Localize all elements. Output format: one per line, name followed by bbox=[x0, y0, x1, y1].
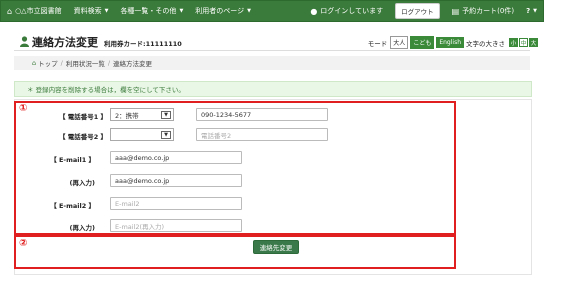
annotation-box-2 bbox=[14, 235, 456, 269]
nav-home-link[interactable]: ⌂ ○△市立図書館 bbox=[1, 1, 68, 21]
annotation-number-2: ② bbox=[19, 238, 28, 249]
user-icon: ● bbox=[310, 6, 318, 16]
caret-down-icon: ▼ bbox=[247, 8, 252, 14]
nav-lists-menu[interactable]: 各種一覧・その他 ▼ bbox=[114, 1, 189, 21]
nav-user-menu[interactable]: 利用者のページ ▼ bbox=[189, 1, 257, 21]
home-icon: ⌂ bbox=[32, 59, 37, 67]
home-icon: ⌂ bbox=[7, 6, 13, 16]
text-size-small-button[interactable]: 小 bbox=[509, 38, 518, 47]
breadcrumb-top[interactable]: トップ bbox=[38, 58, 58, 68]
reserve-cart-link[interactable]: ▤ 予約カート(0件) bbox=[446, 1, 520, 21]
help-menu[interactable]: ? ▼ bbox=[520, 1, 543, 21]
breadcrumb: ⌂ トップ / 利用状況一覧 / 連絡方法変更 bbox=[14, 56, 530, 70]
notice-message: ＊ 登録内容を削除する場合は，欄を空にして下さい。 bbox=[14, 81, 532, 97]
nav-search-menu[interactable]: 資料検索 ▼ bbox=[68, 1, 115, 21]
text-size-large-button[interactable]: 大 bbox=[529, 38, 538, 47]
mode-english-button[interactable]: English bbox=[436, 37, 464, 48]
mode-bar: モード 大人 こども English 文字の大きさ 小 中 大 bbox=[368, 36, 538, 49]
top-navbar: ⌂ ○△市立図書館 資料検索 ▼ 各種一覧・その他 ▼ 利用者のページ ▼ ● ログイ… bbox=[0, 0, 544, 22]
cart-icon: ▤ bbox=[451, 6, 460, 16]
page-header: 連絡方法変更 利用券カード:11111110 bbox=[20, 34, 182, 50]
card-number: 利用券カード:11111110 bbox=[104, 40, 182, 48]
breadcrumb-current: 連絡方法変更 bbox=[113, 60, 153, 68]
mode-child-button[interactable]: こども bbox=[410, 36, 435, 49]
text-size-medium-button[interactable]: 中 bbox=[519, 38, 528, 47]
logout-button[interactable]: ログアウト bbox=[395, 3, 440, 19]
person-icon bbox=[20, 36, 29, 47]
annotation-box-1 bbox=[14, 101, 456, 235]
caret-down-icon: ▼ bbox=[533, 8, 537, 14]
divider bbox=[14, 50, 530, 51]
caret-down-icon: ▼ bbox=[104, 8, 109, 14]
caret-down-icon: ▼ bbox=[179, 8, 184, 14]
breadcrumb-usage-list[interactable]: 利用状況一覧 bbox=[66, 58, 105, 68]
help-icon: ? bbox=[526, 7, 531, 15]
annotation-number-1: ① bbox=[19, 103, 28, 114]
login-status: ● ログインしています bbox=[310, 6, 384, 16]
mode-adult-button[interactable]: 大人 bbox=[390, 36, 409, 49]
page-title: 連絡方法変更 bbox=[32, 36, 98, 49]
